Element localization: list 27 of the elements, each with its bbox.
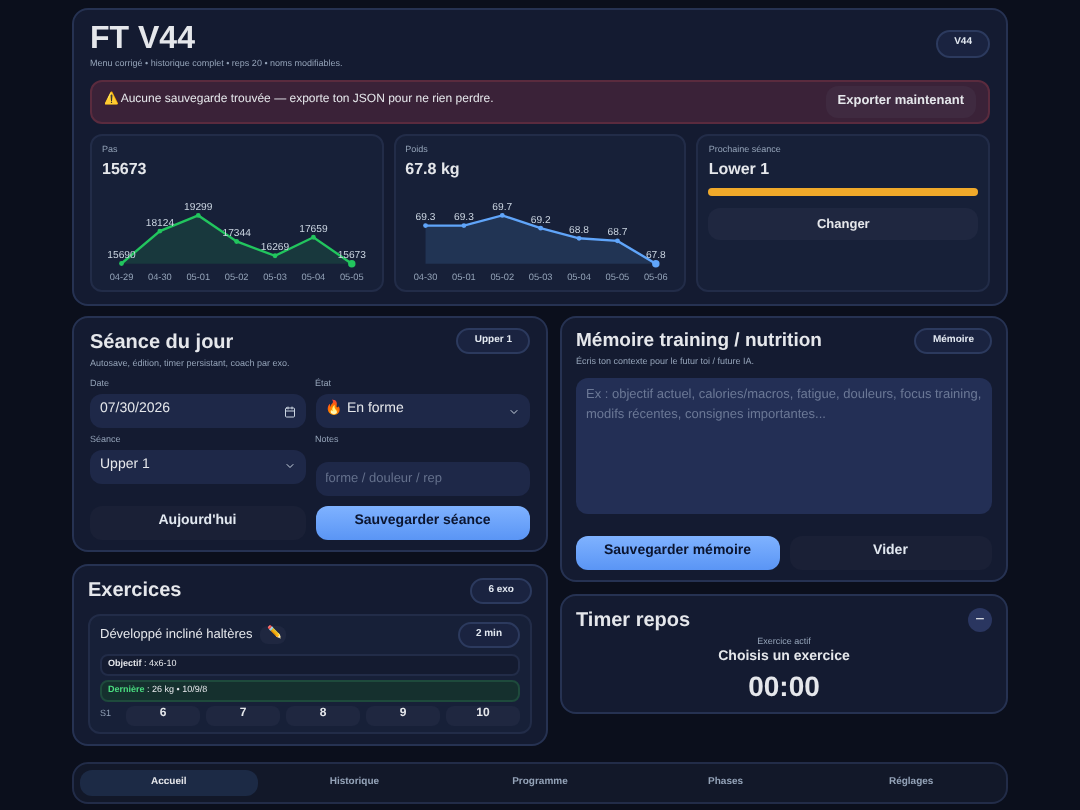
chevron-icon [508,405,520,417]
timer-display: 00:00 [748,669,820,702]
data-point [651,259,659,267]
stat-value: 15673 [102,157,149,181]
data-point [311,233,316,239]
data-point [195,212,201,217]
collapse-button[interactable]: − [968,608,992,632]
data-point [272,252,278,258]
section-title: Timer repos [576,607,691,635]
data-point [234,238,240,243]
section-title: Exercices [88,577,182,606]
stat-value: 67.8 kg [405,157,462,181]
data-point [614,237,620,243]
data-point [157,227,163,233]
calendar-icon [283,405,295,417]
data-point [348,259,356,267]
data-point [422,222,428,227]
section-title: Mémoire training / nutrition [576,327,822,355]
data-point [119,260,124,265]
data-point [460,222,466,227]
data-point [499,212,504,217]
chevron-icon [283,460,295,473]
section-title: Séance du jour [90,329,236,357]
data-point [537,224,543,230]
data-point [575,234,581,240]
app-title: FT V44 [90,22,197,58]
stat-value: Lower 1 [708,157,772,181]
